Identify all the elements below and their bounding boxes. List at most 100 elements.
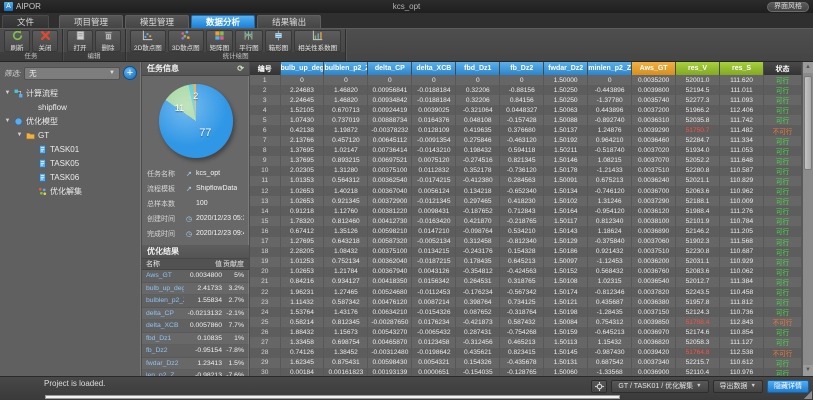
cell: 1.46820: [324, 85, 368, 95]
tree-item-优化解集[interactable]: 优化解集: [4, 184, 137, 198]
ribbon-button-刷新[interactable]: 刷新: [4, 30, 30, 52]
status-cell: 可行: [764, 176, 802, 186]
column-header-状态[interactable]: 状态: [764, 62, 802, 75]
table-row[interactable]: 261.884321.156730.00543270-0.00654320.28…: [250, 327, 802, 337]
tab-3[interactable]: 数据分析: [191, 15, 255, 28]
model-icon: [14, 117, 23, 126]
column-header-delta_XCB[interactable]: delta_XCB: [412, 62, 456, 75]
scroll-up-icon[interactable]: ▲: [803, 62, 813, 73]
ribbon-button-3D散点图[interactable]: 3D散点图: [168, 30, 204, 52]
expand-arrow-icon[interactable]: ▼: [4, 90, 11, 96]
tree-item-计算流程[interactable]: ▼计算流程: [4, 86, 137, 100]
table-row[interactable]: 91.376950.8932150.006975210.0075120-0.27…: [250, 156, 802, 166]
cell: 0.0156342: [412, 277, 456, 287]
table-row[interactable]: 121.026531.402180.003670400.00561240.134…: [250, 186, 802, 196]
add-button[interactable]: +: [123, 66, 137, 80]
table-row[interactable]: 151.783200.8124600.00412730-0.01634200.4…: [250, 216, 802, 226]
table-row[interactable]: 221.962311.274650.00524680-0.0112453-0.1…: [250, 287, 802, 297]
tree-item-GT[interactable]: ▼GT: [4, 128, 137, 142]
objective-row[interactable]: fbd_Dz10.108351%: [142, 333, 249, 346]
column-header-res_S[interactable]: res_S: [720, 62, 764, 75]
tree-item-TASK05[interactable]: TASK05: [4, 156, 137, 170]
table-row[interactable]: 131.026530.9213450.00372900-0.01213450.2…: [250, 196, 802, 206]
table-row[interactable]: 102.023051.312800.003751000.01128320.352…: [250, 166, 802, 176]
objective-row[interactable]: bulblen_p2_Z1.558342.7%: [142, 295, 249, 308]
table-row[interactable]: 201.026531.217840.003679400.0043126-0.35…: [250, 267, 802, 277]
column-header-Aws_GT[interactable]: Aws_GT: [632, 62, 676, 75]
tree-item-shipflow[interactable]: shipflow: [4, 100, 137, 114]
hide-details-button[interactable]: 隐藏详情: [767, 380, 809, 393]
cell: 0.812340: [588, 216, 632, 226]
table-row[interactable]: 291.623450.8754310.005984300.00543210.15…: [250, 358, 802, 368]
filter-dropdown[interactable]: 无 ▼: [24, 67, 120, 80]
row-index: 13: [250, 196, 280, 206]
table-row[interactable]: 81.376951.021470.00736414-0.01432100.198…: [250, 146, 802, 156]
table-row[interactable]: 280.741261.38452-0.00312480-0.01986420.4…: [250, 348, 802, 358]
status-badge: 可行: [776, 260, 789, 267]
table-row[interactable]: 60.421381.19872-0.003782320.01281090.419…: [250, 125, 802, 135]
column-header-fbd_Dz1[interactable]: fbd_Dz1: [456, 62, 500, 75]
table-row[interactable]: 231.114320.5873420.004761200.00872140.39…: [250, 297, 802, 307]
table-row[interactable]: 72.137660.4571200.00645112-0.00913540.27…: [250, 136, 802, 146]
ribbon-button-删除[interactable]: 删除: [95, 30, 121, 52]
ribbon-button-2D散点图[interactable]: 2D散点图: [130, 30, 166, 52]
column-header-delta_CP[interactable]: delta_CP: [368, 62, 412, 75]
cell: 1.02653: [280, 267, 324, 277]
table-row[interactable]: 271.334580.6987540.004658700.0123458-0.3…: [250, 337, 802, 347]
table-row[interactable]: 182.282051.084320.003751000.0134215-0.24…: [250, 247, 802, 257]
breadcrumb-button[interactable]: GT / TASK01 / 优化解集 ▼: [611, 380, 708, 393]
tab-1[interactable]: 项目管理: [59, 15, 123, 28]
column-header-fwdar_Dz2[interactable]: fwdar_Dz2: [544, 62, 588, 75]
column-header-bulb_up_deg[interactable]: bulb_up_deg: [280, 62, 324, 75]
cell: 2.24683: [280, 85, 324, 95]
expand-arrow-icon[interactable]: ▼: [16, 132, 23, 138]
table-row[interactable]: 210.842160.9341270.004183500.01563420.26…: [250, 277, 802, 287]
ribbon-button-关闭[interactable]: 关闭: [32, 30, 58, 52]
table-row[interactable]: 41.521050.6707130.009244190.0039025-0.32…: [250, 105, 802, 115]
column-header-res_V[interactable]: res_V: [676, 62, 720, 75]
settings-button[interactable]: [591, 380, 607, 393]
ribbon-button-箱形图[interactable]: 箱形图: [265, 30, 293, 52]
tree-item-TASK01[interactable]: TASK01: [4, 142, 137, 156]
objective-row[interactable]: bulb_up_deg2.417333.2%: [142, 283, 249, 296]
ribbon-button-打开[interactable]: 打开: [67, 30, 93, 52]
vertical-scrollbar[interactable]: ▲ ▼: [802, 62, 813, 376]
table-row[interactable]: 140.912181.127600.003812200.0098431-0.18…: [250, 206, 802, 216]
ribbon-button-矩阵图[interactable]: 矩阵图: [206, 30, 234, 52]
table-row[interactable]: 160.674121.351260.005982100.0147210-0.09…: [250, 226, 802, 236]
column-header-minlen_p2_Z[interactable]: minlen_p2_Z: [588, 62, 632, 75]
refresh-small-icon[interactable]: ⟳: [237, 64, 244, 73]
ribbon-button-相关性系数图[interactable]: 相关性系数图: [294, 30, 341, 52]
tab-0[interactable]: 文件: [2, 15, 49, 28]
table-row[interactable]: 171.276950.6432180.00587320-0.00521340.3…: [250, 237, 802, 247]
table-row[interactable]: 10000001.5000000.003520052001.0111.620可行: [250, 75, 802, 85]
cell: 1.50192: [544, 136, 588, 146]
column-header-编号[interactable]: 编号: [250, 62, 280, 75]
table-row[interactable]: 51.074300.7370190.008887340.01643760.048…: [250, 115, 802, 125]
objective-row[interactable]: delta_XCB0.00578607.7%: [142, 320, 249, 333]
objective-row[interactable]: fwdar_Dz21.234131.5%: [142, 358, 249, 371]
ribbon-button-平行图[interactable]: 平行图: [235, 30, 263, 52]
expand-arrow-icon[interactable]: ▼: [4, 118, 11, 124]
objective-row[interactable]: Aws_GT0.00348005%: [142, 270, 249, 283]
row-index: 10: [250, 166, 280, 176]
tab-2[interactable]: 模型管理: [125, 15, 189, 28]
column-header-bulblen_p2_Z[interactable]: bulblen_p2_Z: [324, 62, 368, 75]
tree-item-TASK06[interactable]: TASK06: [4, 170, 137, 184]
tab-4[interactable]: 结果输出: [257, 15, 321, 28]
skin-button[interactable]: 界面风格: [767, 2, 809, 12]
resize-grip[interactable]: [804, 391, 812, 399]
table-row[interactable]: 32.246451.468200.00934842-0.01881840.322…: [250, 95, 802, 105]
scrollbar-thumb[interactable]: [804, 76, 812, 170]
table-row[interactable]: 241.537641.431760.00634210-0.01543260.08…: [250, 307, 802, 317]
table-row[interactable]: 191.012530.7521340.00362040-0.01872150.1…: [250, 257, 802, 267]
objective-row[interactable]: fb_Dz2-0.95154-7.8%: [142, 345, 249, 358]
table-row[interactable]: 250.582140.812345-0.002876500.0176234-0.…: [250, 317, 802, 327]
column-header-fb_Dz2[interactable]: fb_Dz2: [500, 62, 544, 75]
table-row[interactable]: 22.246831.468200.00956841-0.01881840.322…: [250, 85, 802, 95]
scroll-down-icon[interactable]: ▼: [803, 365, 813, 376]
objective-row[interactable]: delta_CP-0.0213132-2.1%: [142, 308, 249, 321]
export-button[interactable]: 导出数据 ▼: [713, 380, 763, 393]
tree-item-优化模型[interactable]: ▼优化模型: [4, 114, 137, 128]
table-row[interactable]: 111.013530.5643120.00362540-0.0174215-0.…: [250, 176, 802, 186]
